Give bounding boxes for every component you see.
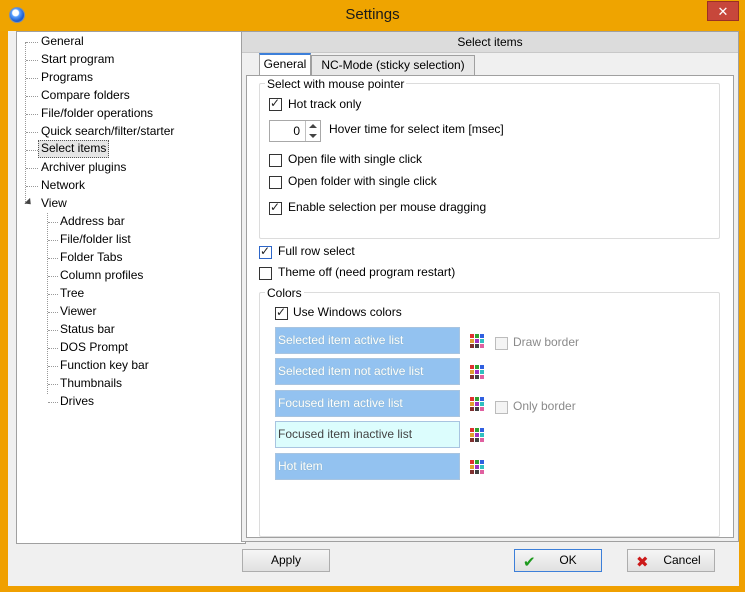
tree-line bbox=[26, 132, 38, 133]
colors-group-title: Colors bbox=[265, 286, 304, 300]
color-picker-icon[interactable] bbox=[470, 334, 484, 348]
tree-line bbox=[48, 294, 58, 295]
tree-item-status-bar[interactable]: Status bar bbox=[58, 321, 117, 338]
drag-select-checkbox[interactable] bbox=[269, 200, 282, 215]
tree-item-general[interactable]: General bbox=[39, 33, 86, 50]
tab-nc-mode[interactable]: NC-Mode (sticky selection) bbox=[311, 55, 475, 76]
tree-item-start-program[interactable]: Start program bbox=[39, 51, 116, 68]
spin-up-icon[interactable] bbox=[309, 124, 317, 128]
color-focused-inactive[interactable]: Focused item inactive list bbox=[275, 421, 460, 448]
only-border-label: Only border bbox=[513, 399, 576, 413]
tree-line bbox=[25, 42, 26, 204]
hover-time-spinner[interactable]: 0 bbox=[269, 120, 321, 142]
tree-item-programs[interactable]: Programs bbox=[39, 69, 95, 86]
tree-line bbox=[48, 402, 58, 403]
theme-off-label: Theme off (need program restart) bbox=[278, 265, 456, 279]
tree-item-dos-prompt[interactable]: DOS Prompt bbox=[58, 339, 130, 356]
tree-item-viewer[interactable]: Viewer bbox=[58, 303, 98, 320]
tree-item-archiver-plugins[interactable]: Archiver plugins bbox=[39, 159, 128, 176]
tree-line bbox=[48, 330, 58, 331]
tree-item-network[interactable]: Network bbox=[39, 177, 87, 194]
only-border-checkbox[interactable] bbox=[495, 401, 508, 414]
full-row-select-label: Full row select bbox=[278, 244, 355, 258]
tree-line bbox=[48, 258, 58, 259]
spinner-buttons[interactable] bbox=[305, 121, 320, 141]
open-file-label: Open file with single click bbox=[288, 152, 423, 166]
use-windows-colors-checkbox[interactable] bbox=[275, 305, 288, 320]
theme-off-checkbox[interactable] bbox=[259, 267, 272, 280]
tree-line bbox=[26, 42, 38, 43]
tree-line bbox=[48, 276, 58, 277]
hover-time-label: Hover time for select item [msec] bbox=[329, 122, 504, 136]
tree-item-drives[interactable]: Drives bbox=[58, 393, 96, 410]
tree-line bbox=[26, 114, 38, 115]
color-hot-item[interactable]: Hot item bbox=[275, 453, 460, 480]
settings-window: Settings ✕ General Start program Program… bbox=[0, 0, 745, 592]
hot-track-checkbox[interactable] bbox=[269, 96, 282, 111]
tree-line bbox=[48, 312, 58, 313]
draw-border-checkbox[interactable] bbox=[495, 337, 508, 350]
mouse-group-title: Select with mouse pointer bbox=[265, 77, 407, 91]
tree-item-address-bar[interactable]: Address bar bbox=[58, 213, 127, 230]
tree-item-quick-search[interactable]: Quick search/filter/starter bbox=[39, 123, 176, 140]
tree-line bbox=[26, 168, 38, 169]
hot-track-label: Hot track only bbox=[288, 97, 362, 111]
tree-line bbox=[26, 78, 38, 79]
tree-line bbox=[26, 150, 38, 151]
drag-select-label: Enable selection per mouse dragging bbox=[288, 200, 487, 214]
close-button[interactable]: ✕ bbox=[707, 1, 739, 21]
tree-item-file-folder-operations[interactable]: File/folder operations bbox=[39, 105, 155, 122]
tree-line bbox=[48, 222, 58, 223]
tab-general[interactable]: General bbox=[259, 53, 311, 76]
color-picker-icon[interactable] bbox=[470, 397, 484, 411]
ok-button[interactable]: ✔ OK bbox=[514, 549, 602, 572]
tree-item-file-folder-list[interactable]: File/folder list bbox=[58, 231, 133, 248]
checkmark-icon: ✔ bbox=[523, 554, 536, 571]
tree-item-tree[interactable]: Tree bbox=[58, 285, 86, 302]
color-picker-icon[interactable] bbox=[470, 365, 484, 379]
open-file-checkbox[interactable] bbox=[269, 154, 282, 167]
cancel-button[interactable]: ✖ Cancel bbox=[627, 549, 715, 572]
tree-line bbox=[26, 96, 38, 97]
color-focused-active[interactable]: Focused item active list bbox=[275, 390, 460, 417]
color-picker-icon[interactable] bbox=[470, 428, 484, 442]
tree-item-compare-folders[interactable]: Compare folders bbox=[39, 87, 132, 104]
tree-item-view[interactable]: View bbox=[39, 195, 69, 212]
tab-content: Select with mouse pointer Hot track only… bbox=[246, 75, 734, 538]
hover-time-value: 0 bbox=[293, 124, 300, 138]
cancel-x-icon: ✖ bbox=[636, 554, 649, 571]
full-row-select-checkbox[interactable] bbox=[259, 244, 272, 259]
use-windows-colors-label: Use Windows colors bbox=[293, 305, 402, 319]
tree-item-column-profiles[interactable]: Column profiles bbox=[58, 267, 145, 284]
tree-line bbox=[48, 366, 58, 367]
tree-line bbox=[48, 240, 58, 241]
tree-line bbox=[26, 60, 38, 61]
color-picker-icon[interactable] bbox=[470, 460, 484, 474]
tree-item-thumbnails[interactable]: Thumbnails bbox=[58, 375, 124, 392]
draw-border-label: Draw border bbox=[513, 335, 580, 349]
client-area: General Start program Programs Compare f… bbox=[8, 31, 739, 586]
tree-item-folder-tabs[interactable]: Folder Tabs bbox=[58, 249, 124, 266]
tree-line bbox=[48, 348, 58, 349]
open-folder-label: Open folder with single click bbox=[288, 174, 437, 188]
title-bar[interactable]: Settings ✕ bbox=[0, 0, 745, 31]
tree-line bbox=[26, 186, 38, 187]
spin-down-icon[interactable] bbox=[309, 134, 317, 138]
cancel-label: Cancel bbox=[663, 553, 701, 567]
settings-panel: Select items General NC-Mode (sticky sel… bbox=[241, 31, 739, 542]
tree-item-function-key-bar[interactable]: Function key bar bbox=[58, 357, 151, 374]
window-title: Settings bbox=[345, 6, 400, 23]
ok-label: OK bbox=[559, 553, 577, 567]
apply-button[interactable]: Apply bbox=[242, 549, 330, 572]
tree-item-select-items[interactable]: Select items bbox=[38, 140, 110, 158]
color-selected-inactive[interactable]: Selected item not active list bbox=[275, 358, 460, 385]
open-folder-checkbox[interactable] bbox=[269, 176, 282, 189]
color-selected-active[interactable]: Selected item active list bbox=[275, 327, 460, 354]
settings-tree: General Start program Programs Compare f… bbox=[16, 31, 246, 544]
tree-line bbox=[48, 384, 58, 385]
panel-header: Select items bbox=[242, 32, 738, 53]
